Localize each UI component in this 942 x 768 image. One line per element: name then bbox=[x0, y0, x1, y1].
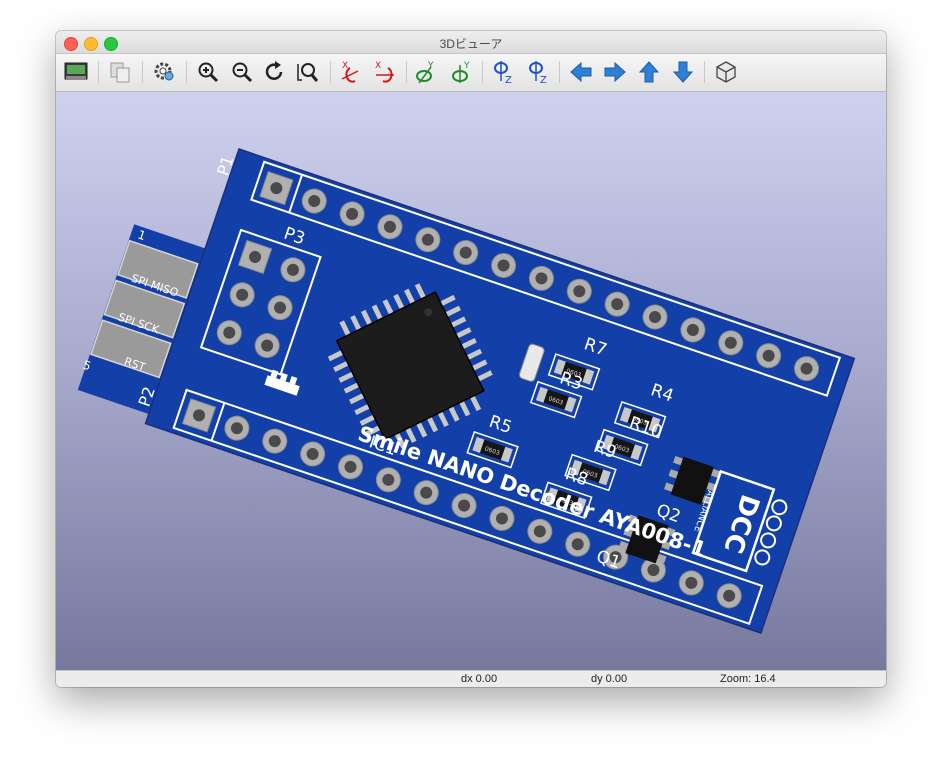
rotate-z-ccw-button[interactable]: Z bbox=[524, 58, 552, 86]
render-toggle-icon bbox=[64, 62, 88, 80]
rotate-z-ccw-icon: Z bbox=[529, 61, 547, 85]
y-axis-label: Y bbox=[427, 61, 434, 71]
rotate-x-ccw-icon: X bbox=[375, 61, 394, 83]
rotate-z-cw-icon: Z bbox=[494, 61, 512, 85]
settings-button[interactable] bbox=[150, 58, 178, 86]
toolbar: X X Y Y Z Z bbox=[56, 54, 886, 92]
render-toggle-button[interactable] bbox=[62, 58, 90, 86]
ortho-view-icon bbox=[716, 61, 736, 83]
window-title: 3Dビューア bbox=[439, 37, 503, 51]
rotate-y-cw-button[interactable]: Y bbox=[412, 58, 440, 86]
move-left-icon bbox=[570, 61, 592, 83]
status-bar: dx 0.00 dy 0.00 Zoom: 16.4 bbox=[56, 670, 886, 687]
move-up-button[interactable] bbox=[635, 58, 663, 86]
title-bar: 3Dビューア bbox=[56, 31, 886, 54]
ortho-view-button[interactable] bbox=[712, 58, 740, 86]
move-up-icon bbox=[638, 61, 660, 83]
redraw-button[interactable] bbox=[261, 58, 289, 86]
viewer-window: 3Dビューア X X Y Y Z Z 1 5 SPI MISO SPI SCK … bbox=[56, 31, 886, 687]
pcb-board bbox=[144, 148, 856, 634]
copy-button[interactable] bbox=[106, 58, 134, 86]
move-left-button[interactable] bbox=[567, 58, 595, 86]
z-axis-label: Z bbox=[540, 75, 547, 85]
dy-readout: dy 0.00 bbox=[591, 673, 628, 685]
settings-icon bbox=[154, 62, 174, 81]
zoom-out-icon bbox=[232, 62, 253, 83]
move-down-icon bbox=[672, 61, 694, 83]
zoom-readout: Zoom: 16.4 bbox=[720, 673, 776, 685]
zoom-fit-icon bbox=[297, 63, 319, 82]
dx-readout: dx 0.00 bbox=[461, 673, 498, 685]
rotate-y-ccw-button[interactable]: Y bbox=[447, 58, 475, 86]
rotate-x-cw-button[interactable]: X bbox=[337, 58, 365, 86]
rotate-x-ccw-button[interactable]: X bbox=[371, 58, 399, 86]
y-axis-label: Y bbox=[463, 61, 470, 71]
move-right-button[interactable] bbox=[601, 58, 629, 86]
zoom-in-icon bbox=[198, 62, 219, 83]
copy-icon bbox=[110, 62, 130, 83]
zoom-fit-button[interactable] bbox=[294, 58, 322, 86]
x-axis-label: X bbox=[375, 61, 381, 71]
rotate-z-cw-button[interactable]: Z bbox=[489, 58, 517, 86]
zoom-in-button[interactable] bbox=[194, 58, 222, 86]
rotate-x-cw-icon: X bbox=[341, 61, 359, 83]
rotate-y-cw-icon: Y bbox=[416, 61, 434, 84]
move-right-icon bbox=[604, 61, 626, 83]
redraw-icon bbox=[265, 61, 283, 80]
pcb-board-render: 1 5 SPI MISO SPI SCK RST P1 P2 P3 IC1 06… bbox=[77, 148, 856, 634]
rotate-y-ccw-icon: Y bbox=[452, 61, 470, 83]
move-down-button[interactable] bbox=[669, 58, 697, 86]
3d-viewport[interactable]: 1 5 SPI MISO SPI SCK RST P1 P2 P3 IC1 06… bbox=[56, 92, 886, 670]
x-axis-label: X bbox=[342, 61, 348, 71]
zoom-out-button[interactable] bbox=[228, 58, 256, 86]
z-axis-label: Z bbox=[505, 75, 512, 85]
